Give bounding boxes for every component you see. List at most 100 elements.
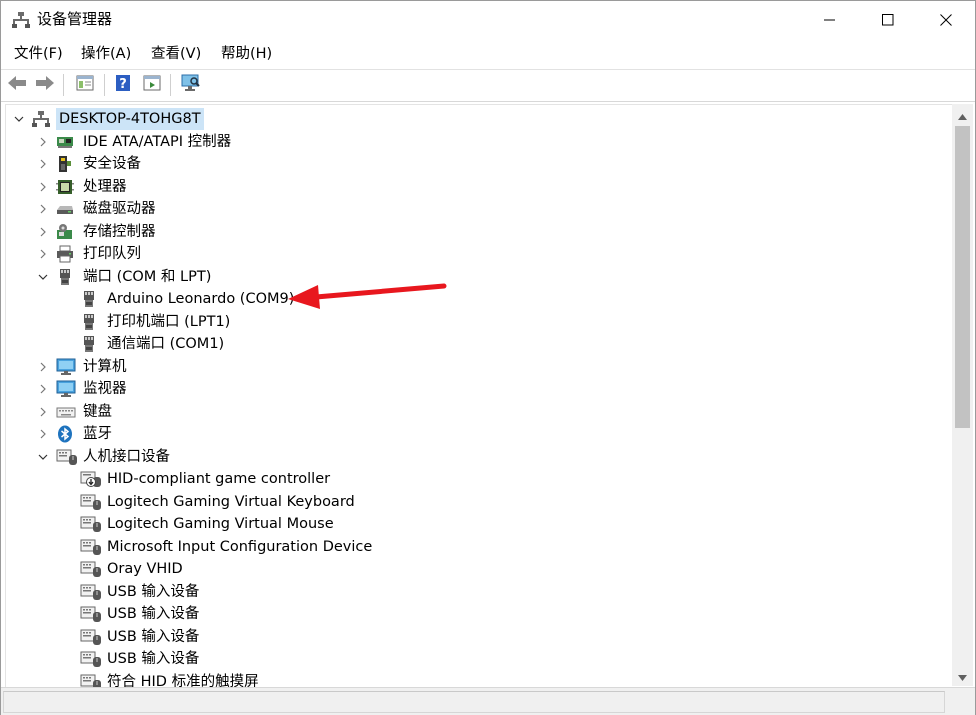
update-driver-icon: [143, 74, 161, 96]
menu-help[interactable]: 帮助(H): [221, 44, 272, 64]
chevron-right-icon[interactable]: [36, 405, 50, 419]
category-label: 人机接口设备: [83, 448, 170, 465]
category-label: 计算机: [83, 358, 127, 375]
category-label: 蓝牙: [83, 426, 112, 442]
chevron-right-icon[interactable]: [36, 382, 50, 396]
port-icon: [56, 268, 74, 286]
tree-category-item[interactable]: 端口 (COM 和 LPT): [6, 266, 946, 288]
port-icon: [80, 335, 98, 353]
category-label: 键盘: [83, 403, 112, 420]
category-label: 磁盘驱动器: [83, 201, 156, 217]
tree-category-item[interactable]: 计算机: [6, 356, 946, 378]
tree-device-item[interactable]: USB 输入设备: [6, 648, 946, 670]
tree-device-item[interactable]: 符合 HID 标准的触摸屏: [6, 671, 946, 688]
hid-icon: [80, 650, 101, 668]
close-button[interactable]: [917, 1, 975, 39]
device-label: Arduino Leonardo (COM9): [107, 291, 295, 307]
ide-controller-icon: [56, 133, 74, 151]
tree-category-item[interactable]: 处理器: [6, 176, 946, 198]
title-bar: 设备管理器: [1, 1, 975, 39]
hid-icon: [80, 538, 101, 556]
scroll-thumb[interactable]: [955, 126, 970, 428]
category-label: 端口 (COM 和 LPT): [83, 268, 212, 285]
tree-device-item[interactable]: HID-compliant game controller: [6, 468, 946, 490]
chevron-right-icon[interactable]: [36, 135, 50, 149]
device-label: HID-compliant game controller: [107, 471, 331, 487]
tree-root-item[interactable]: DESKTOP-4TOHG8T: [6, 108, 946, 130]
tree-device-item[interactable]: Logitech Gaming Virtual Mouse: [6, 513, 946, 535]
caret-up-icon: [958, 105, 967, 124]
tree-device-item[interactable]: USB 输入设备: [6, 603, 946, 625]
forward-button[interactable]: [34, 74, 56, 96]
device-label: 打印机端口 (LPT1): [107, 313, 231, 330]
tree-category-item[interactable]: 蓝牙: [6, 423, 946, 445]
port-icon: [80, 290, 98, 308]
properties-button[interactable]: [74, 74, 96, 96]
category-label: 处理器: [83, 178, 127, 195]
device-label: Microsoft Input Configuration Device: [107, 538, 373, 555]
device-label: 符合 HID 标准的触摸屏: [107, 673, 259, 688]
back-button[interactable]: [6, 74, 28, 96]
chevron-right-icon[interactable]: [36, 225, 50, 239]
tree-category-item[interactable]: 安全设备: [6, 153, 946, 175]
hid-icon: [80, 628, 101, 646]
category-label: 存储控制器: [83, 223, 156, 240]
menu-view[interactable]: 查看(V): [151, 44, 201, 64]
update-driver-button[interactable]: [141, 74, 163, 96]
tree-device-item[interactable]: Arduino Leonardo (COM9): [6, 288, 946, 310]
menu-action[interactable]: 操作(A): [81, 44, 131, 64]
tree-category-item[interactable]: 存储控制器: [6, 221, 946, 243]
tree-category-item[interactable]: 键盘: [6, 401, 946, 423]
tree-device-item[interactable]: USB 输入设备: [6, 626, 946, 648]
category-label: IDE ATA/ATAPI 控制器: [83, 133, 232, 150]
tree-category-item[interactable]: 监视器: [6, 378, 946, 400]
root-computer-name: DESKTOP-4TOHG8T: [56, 108, 204, 130]
tree-category-item[interactable]: 磁盘驱动器: [6, 198, 946, 220]
menu-bar: 文件(F) 操作(A) 查看(V) 帮助(H): [1, 39, 975, 69]
device-tree[interactable]: DESKTOP-4TOHG8T IDE ATA/ATAPI 控制器安全设备处理器磁…: [5, 104, 952, 688]
tree-device-item[interactable]: Microsoft Input Configuration Device: [6, 536, 946, 558]
bluetooth-icon: [56, 425, 74, 443]
tree-category-item[interactable]: IDE ATA/ATAPI 控制器: [6, 131, 946, 153]
hid-icon: [80, 583, 101, 601]
chevron-down-icon[interactable]: [36, 450, 50, 464]
chevron-right-icon[interactable]: [36, 157, 50, 171]
device-label: USB 输入设备: [107, 583, 200, 600]
scan-hardware-icon: [181, 74, 201, 96]
scroll-up-button[interactable]: [952, 106, 973, 123]
menu-file[interactable]: 文件(F): [14, 44, 63, 64]
category-label: 打印队列: [83, 246, 141, 262]
chevron-down-icon[interactable]: [12, 112, 26, 126]
chevron-down-icon[interactable]: [36, 270, 50, 284]
help-icon: ?: [114, 74, 132, 96]
caret-down-icon: [958, 666, 967, 685]
hid-icon: [80, 515, 101, 533]
vertical-scrollbar[interactable]: [952, 104, 973, 686]
scan-hardware-button[interactable]: [180, 74, 202, 96]
chevron-right-icon[interactable]: [36, 427, 50, 441]
device-manager-icon: [12, 11, 30, 29]
chevron-right-icon[interactable]: [36, 247, 50, 261]
maximize-icon: [882, 14, 894, 26]
svg-text:?: ?: [119, 77, 127, 92]
chevron-right-icon[interactable]: [36, 202, 50, 216]
tree-category-item[interactable]: 打印队列: [6, 243, 946, 265]
hid-icon: [80, 605, 101, 623]
close-icon: [940, 14, 952, 26]
tree-category-item[interactable]: 人机接口设备: [6, 446, 946, 468]
help-button[interactable]: ?: [112, 74, 134, 96]
maximize-button[interactable]: [859, 1, 917, 39]
storage-controller-icon: [56, 223, 74, 241]
tree-device-item[interactable]: Logitech Gaming Virtual Keyboard: [6, 491, 946, 513]
minimize-button[interactable]: [801, 1, 859, 39]
keyboard-icon: [56, 403, 76, 421]
tree-device-item[interactable]: Oray VHID: [6, 558, 946, 580]
tree-device-item[interactable]: 打印机端口 (LPT1): [6, 311, 946, 333]
chevron-right-icon[interactable]: [36, 180, 50, 194]
back-icon: [7, 75, 27, 95]
tree-device-item[interactable]: USB 输入设备: [6, 581, 946, 603]
scroll-down-button[interactable]: [952, 667, 973, 684]
chevron-right-icon[interactable]: [36, 360, 50, 374]
monitor-icon: [56, 358, 76, 376]
tree-device-item[interactable]: 通信端口 (COM1): [6, 333, 946, 355]
